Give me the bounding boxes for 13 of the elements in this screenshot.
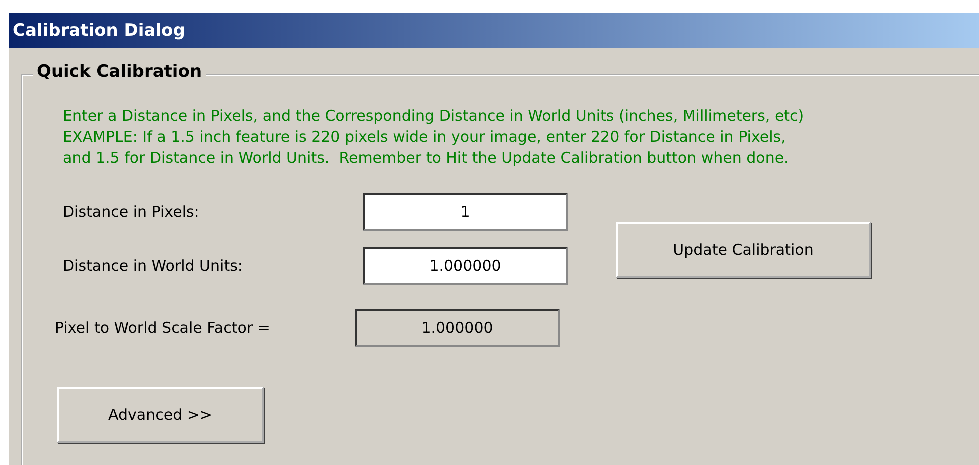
advanced-button[interactable]: Advanced >> <box>57 387 264 443</box>
input-field[interactable]: 1 <box>363 193 568 231</box>
readonly-field: 1.000000 <box>355 309 560 347</box>
instruction-text: EXAMPLE: If a 1.5 inch feature is 220 pixels wide in your image, enter 220 for Distance in Pixels, <box>63 127 787 148</box>
field-label: Pixel to World Scale Factor = <box>55 319 272 337</box>
group-title: Quick Calibration <box>33 62 206 82</box>
instruction-text: Enter a Distance in Pixels, and the Corresponding Distance in World Units (inches, Millimeters, etc) <box>63 106 806 127</box>
field-label: Distance in Pixels: <box>63 203 200 221</box>
window-title: Calibration Dialog <box>13 20 186 40</box>
field-label: Distance in World Units: <box>63 257 244 275</box>
input-field[interactable]: 1.000000 <box>363 247 568 285</box>
instruction-text: and 1.5 for Distance in World Units. Remember to Hit the Update Calibration button when done. <box>63 148 790 169</box>
update-calibration-button[interactable]: Update Calibration <box>616 222 871 278</box>
